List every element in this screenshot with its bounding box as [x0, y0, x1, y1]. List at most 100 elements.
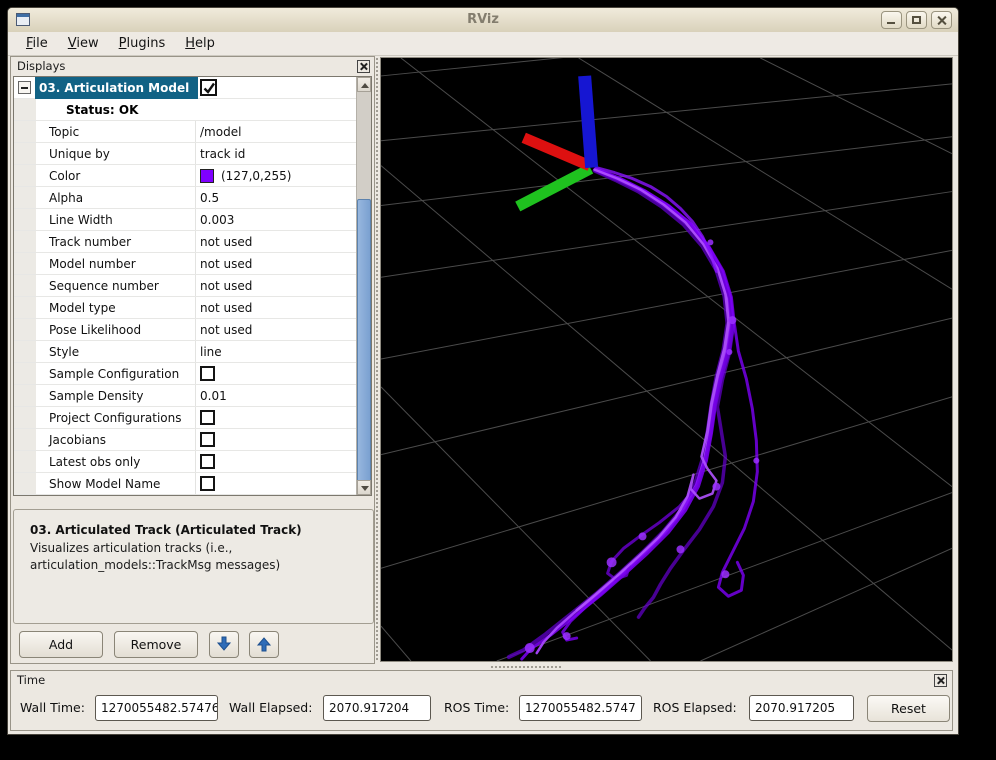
- scene-3d[interactable]: [380, 17, 953, 662]
- tree-row-alpha[interactable]: Alpha 0.5: [14, 187, 356, 209]
- add-display-button[interactable]: Add: [19, 631, 103, 658]
- maximize-icon: [912, 16, 921, 24]
- menu-file[interactable]: File: [16, 33, 58, 54]
- property-value[interactable]: not used: [195, 231, 356, 252]
- row-gutter: [14, 275, 36, 296]
- track-node: [524, 643, 535, 654]
- property-value[interactable]: not used: [195, 297, 356, 318]
- property-value[interactable]: (127,0,255): [195, 165, 356, 186]
- property-value[interactable]: [195, 473, 356, 494]
- tree-row-display-header[interactable]: 03. Articulation Model: [14, 77, 356, 99]
- tree-row-status: Status: OK: [14, 99, 356, 121]
- tree-row-track-number[interactable]: Track number not used: [14, 231, 356, 253]
- tree-row-project-configurations[interactable]: Project Configurations: [14, 407, 356, 429]
- tree-scrollbar[interactable]: [356, 77, 371, 495]
- property-value[interactable]: not used: [195, 275, 356, 296]
- move-display-up-button[interactable]: [249, 631, 279, 658]
- render-viewport-3d[interactable]: [380, 17, 953, 662]
- description-title: 03. Articulated Track (Articulated Track…: [30, 523, 302, 537]
- tree-row-model-type[interactable]: Model type not used: [14, 297, 356, 319]
- tree-row-sample-density[interactable]: Sample Density 0.01: [14, 385, 356, 407]
- tree-row-jacobians[interactable]: Jacobians: [14, 429, 356, 451]
- grid-line: [760, 57, 953, 155]
- property-label: Style: [49, 344, 80, 359]
- z-axis-blue: [578, 75, 599, 169]
- menu-view[interactable]: View: [58, 33, 109, 54]
- property-value[interactable]: 0.5: [195, 187, 356, 208]
- close-button[interactable]: [931, 11, 952, 29]
- property-checkbox[interactable]: [200, 366, 215, 381]
- row-gutter: [14, 319, 36, 340]
- tree-row-pose-likelihood[interactable]: Pose Likelihood not used: [14, 319, 356, 341]
- tree-row-sequence-number[interactable]: Sequence number not used: [14, 275, 356, 297]
- tree-row-latest-obs-only[interactable]: Latest obs only: [14, 451, 356, 473]
- property-label: Pose Likelihood: [49, 322, 142, 337]
- time-panel-close-icon[interactable]: [934, 674, 947, 687]
- row-gutter: [14, 407, 36, 428]
- time-field-input[interactable]: 1270055482.5747: [519, 695, 642, 721]
- tree-row-show-model-name[interactable]: Show Model Name: [14, 473, 356, 495]
- scroll-up-button[interactable]: [357, 77, 371, 92]
- description-body: Visualizes articulation tracks (i.e., ar…: [30, 541, 281, 572]
- property-value[interactable]: [195, 429, 356, 450]
- time-field-input[interactable]: 2070.917204: [323, 695, 431, 721]
- property-value[interactable]: 0.003: [195, 209, 356, 230]
- time-field-input[interactable]: 2070.917205: [749, 695, 854, 721]
- collapse-expander-icon[interactable]: [18, 81, 31, 94]
- property-value[interactable]: [195, 451, 356, 472]
- menu-help[interactable]: Help: [175, 33, 225, 54]
- scrollbar-thumb[interactable]: [357, 199, 371, 483]
- track-node: [676, 545, 685, 554]
- grid-line: [578, 57, 953, 290]
- row-gutter: [14, 363, 36, 384]
- track-node: [753, 457, 760, 464]
- tree-row-model-number[interactable]: Model number not used: [14, 253, 356, 275]
- time-field-input[interactable]: 1270055482.57476: [95, 695, 218, 721]
- row-gutter: [14, 341, 36, 362]
- display-enabled-checkbox[interactable]: [200, 79, 217, 96]
- minimize-button[interactable]: [881, 11, 902, 29]
- track-node: [562, 632, 571, 641]
- property-checkbox[interactable]: [200, 410, 215, 425]
- property-value[interactable]: track id: [195, 143, 356, 164]
- arrow-up-icon: [361, 83, 369, 88]
- property-value[interactable]: not used: [195, 253, 356, 274]
- color-swatch[interactable]: [200, 168, 214, 183]
- track-node: [638, 532, 647, 541]
- property-value[interactable]: /model: [195, 121, 356, 142]
- property-checkbox[interactable]: [200, 454, 215, 469]
- property-checkbox[interactable]: [200, 432, 215, 447]
- minimize-icon: [887, 22, 895, 24]
- time-panel: Time Wall Time: 1270055482.57476 Wall Elap…: [10, 670, 953, 731]
- displays-tree: 03. Articulation Model Status: OK Topic /…: [13, 76, 372, 496]
- track-node: [712, 482, 721, 491]
- display-name-label[interactable]: 03. Articulation Model: [35, 77, 198, 99]
- displays-panel-close-icon[interactable]: [357, 60, 370, 73]
- title-bar[interactable]: RViz: [8, 8, 958, 33]
- property-value[interactable]: [195, 363, 356, 384]
- tree-row-unique-by[interactable]: Unique by track id: [14, 143, 356, 165]
- scroll-down-button[interactable]: [357, 480, 371, 495]
- tree-row-style[interactable]: Style line: [14, 341, 356, 363]
- tree-row-line-width[interactable]: Line Width 0.003: [14, 209, 356, 231]
- remove-display-button[interactable]: Remove: [114, 631, 198, 658]
- property-label: Jacobians: [49, 432, 106, 447]
- property-checkbox[interactable]: [200, 476, 215, 491]
- maximize-button[interactable]: [906, 11, 927, 29]
- move-display-down-button[interactable]: [209, 631, 239, 658]
- tree-row-color[interactable]: Color (127,0,255): [14, 165, 356, 187]
- tree-row-sample-configuration[interactable]: Sample Configuration: [14, 363, 356, 385]
- tree-row-topic[interactable]: Topic/model: [14, 121, 356, 143]
- desktop: { "window": { "title": "RViz" }, "menu":…: [0, 0, 996, 760]
- property-value[interactable]: 0.01: [195, 385, 356, 406]
- status-label: Status: OK: [66, 102, 139, 117]
- property-value[interactable]: [195, 407, 356, 428]
- grid-line: [400, 57, 953, 487]
- row-gutter: [14, 451, 36, 472]
- reset-time-button[interactable]: Reset: [867, 695, 950, 722]
- menu-plugins[interactable]: Plugins: [109, 33, 176, 54]
- property-value[interactable]: line: [195, 341, 356, 362]
- property-value[interactable]: not used: [195, 319, 356, 340]
- display-description-box: 03. Articulated Track (Articulated Track…: [13, 509, 374, 624]
- property-label: Show Model Name: [49, 476, 161, 491]
